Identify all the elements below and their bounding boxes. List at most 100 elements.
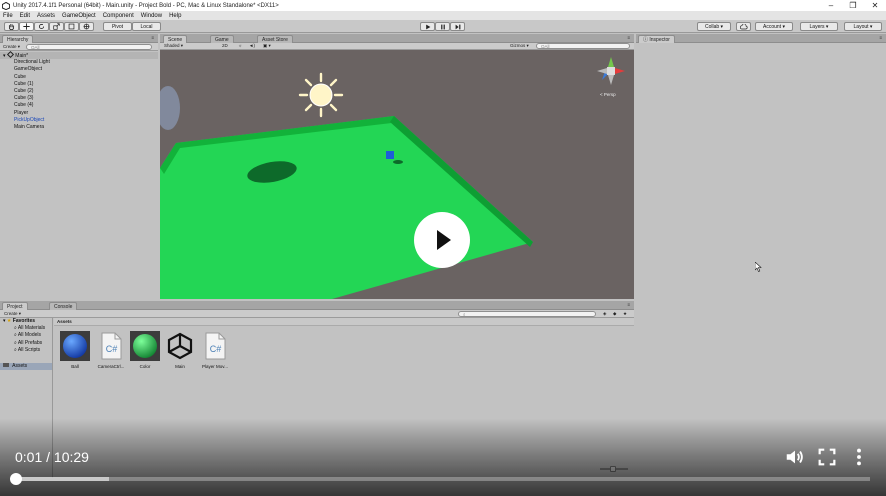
lighting-toggle-icon[interactable]: ☼ — [238, 43, 242, 49]
menu-help[interactable]: Help — [169, 13, 181, 19]
tab-hierarchy[interactable]: Hierarchy — [2, 35, 34, 43]
move-tool-button[interactable] — [19, 22, 34, 31]
menu-component[interactable]: Component — [103, 13, 134, 19]
scale-icon — [53, 23, 60, 30]
local-toggle[interactable]: Local — [132, 22, 161, 31]
favorites-row[interactable]: ▾ ★ Favorites — [0, 318, 52, 325]
pickup-cube — [386, 151, 394, 159]
collab-dropdown[interactable]: Collab ▾ — [697, 22, 731, 31]
scene-search-input[interactable]: QAll — [536, 43, 630, 49]
asset-camera-script[interactable]: C# CameraCtrl... — [95, 331, 127, 369]
expand-arrow-icon: ▾ — [3, 318, 6, 324]
project-search-input[interactable]: ⌕ — [458, 311, 596, 317]
asset-color[interactable]: Color — [129, 331, 161, 369]
layers-dropdown[interactable]: Layers ▾ — [800, 22, 838, 31]
tab-scene[interactable]: Scene — [163, 35, 188, 43]
big-play-button[interactable] — [414, 212, 470, 268]
cloud-button[interactable] — [736, 22, 751, 31]
asset-ball[interactable]: Ball — [59, 331, 91, 369]
tab-console[interactable]: Console — [49, 302, 78, 310]
menu-edit[interactable]: Edit — [20, 13, 30, 19]
fav-item[interactable]: ⌕ All Materials — [0, 325, 52, 332]
scene-row[interactable]: ▾ Main* — [0, 50, 158, 60]
step-button[interactable] — [450, 22, 465, 31]
play-icon — [437, 230, 451, 250]
asset-player-script[interactable]: C# Player Mov... — [199, 331, 231, 369]
material-sphere-icon — [60, 331, 90, 361]
pause-icon — [440, 24, 445, 29]
panel-menu-icon[interactable]: ≡ — [627, 35, 630, 41]
create-dropdown[interactable]: Create ▾ — [3, 44, 20, 50]
fullscreen-icon — [818, 448, 836, 466]
hierarchy-item[interactable]: GameObject — [0, 66, 158, 73]
pivot-toggle[interactable]: Pivot — [103, 22, 132, 31]
volume-button[interactable] — [784, 446, 806, 468]
account-dropdown[interactable]: Account ▾ — [755, 22, 793, 31]
unity-logo-icon — [2, 1, 10, 10]
breadcrumb[interactable]: Assets — [57, 319, 72, 325]
transform-tool-button[interactable] — [79, 22, 94, 31]
fullscreen-button[interactable] — [816, 446, 838, 468]
hierarchy-item[interactable]: Player — [0, 110, 158, 117]
hierarchy-search-input[interactable]: QAll — [26, 44, 152, 50]
menu-assets[interactable]: Assets — [37, 13, 55, 19]
rect-tool-button[interactable] — [64, 22, 79, 31]
filter-label-icon[interactable]: ◆ — [613, 311, 616, 317]
more-vertical-icon — [857, 448, 861, 466]
player-sphere — [160, 86, 180, 130]
play-button[interactable] — [420, 22, 435, 31]
menu-window[interactable]: Window — [141, 13, 162, 19]
hierarchy-item[interactable]: Directional Light — [0, 59, 158, 66]
close-button[interactable]: ✕ — [864, 0, 886, 11]
2d-toggle[interactable]: 2D — [222, 43, 228, 49]
hierarchy-item[interactable]: Cube (4) — [0, 102, 158, 109]
hierarchy-item[interactable]: Main Camera — [0, 124, 158, 131]
hierarchy-item[interactable]: Cube — [0, 74, 158, 81]
fav-item[interactable]: ⌕ All Models — [0, 332, 52, 339]
hierarchy-panel: Hierarchy ≡ Create ▾ QAll ▾ Main* Direct… — [0, 34, 158, 299]
material-sphere-icon — [130, 331, 160, 361]
tab-project[interactable]: Project — [2, 302, 28, 310]
fav-item[interactable]: ⌕ All Scripts — [0, 347, 52, 354]
menu-file[interactable]: File — [3, 13, 13, 19]
filter-type-icon[interactable]: ◈ — [603, 311, 606, 317]
hierarchy-list: ▾ Main* Directional Light GameObject Cub… — [0, 50, 158, 131]
shading-mode-dropdown[interactable]: Shaded ▾ — [164, 43, 183, 49]
video-progress-bar[interactable] — [10, 473, 870, 485]
hand-tool-button[interactable] — [4, 22, 19, 31]
window-title: Unity 2017.4.1f1 Personal (64bit) - Main… — [13, 2, 279, 9]
asset-main-scene[interactable]: Main — [164, 331, 196, 369]
restore-button[interactable]: ❐ — [842, 0, 864, 11]
tab-asset-store[interactable]: Asset Store — [257, 35, 293, 43]
tab-game[interactable]: Game — [210, 35, 234, 43]
scene-gizmo-icon[interactable] — [597, 57, 625, 85]
pause-button[interactable] — [435, 22, 450, 31]
favorite-star-icon[interactable]: ★ — [623, 311, 627, 317]
star-icon: ★ — [6, 318, 12, 324]
panel-menu-icon[interactable]: ≡ — [151, 35, 154, 41]
transform-icon — [83, 23, 90, 30]
fav-item[interactable]: ⌕ All Prefabs — [0, 340, 52, 347]
more-options-button[interactable] — [848, 446, 870, 468]
scale-tool-button[interactable] — [49, 22, 64, 31]
layout-dropdown[interactable]: Layout ▾ — [844, 22, 882, 31]
audio-toggle-icon[interactable]: ◄) — [249, 43, 255, 49]
create-dropdown[interactable]: Create ▾ — [4, 311, 21, 317]
gizmos-dropdown[interactable]: Gizmos ▾ — [510, 43, 529, 49]
total-duration: 10:29 — [53, 449, 89, 465]
rotate-tool-button[interactable] — [34, 22, 49, 31]
projection-label[interactable]: < Persp — [600, 92, 616, 98]
scene-viewport[interactable]: < Persp — [160, 50, 634, 299]
assets-root-row[interactable]: Assets — [0, 362, 52, 371]
panel-menu-icon[interactable]: ≡ — [627, 302, 630, 308]
minimize-button[interactable]: – — [820, 0, 842, 11]
effects-toggle-icon[interactable]: ▣ ▾ — [263, 43, 271, 49]
hierarchy-item-prefab[interactable]: PickUpObject — [0, 117, 158, 124]
hierarchy-item[interactable]: Cube (1) — [0, 81, 158, 88]
panel-menu-icon[interactable]: ≡ — [879, 35, 882, 41]
tab-inspector[interactable]: ⓘ Inspector — [638, 35, 675, 43]
hierarchy-item[interactable]: Cube (3) — [0, 95, 158, 102]
project-panel-header: Project Console ≡ Create ▾ ⌕ ◈ ◆ ★ — [0, 301, 634, 318]
hierarchy-item[interactable]: Cube (2) — [0, 88, 158, 95]
menu-gameobject[interactable]: GameObject — [62, 13, 96, 19]
